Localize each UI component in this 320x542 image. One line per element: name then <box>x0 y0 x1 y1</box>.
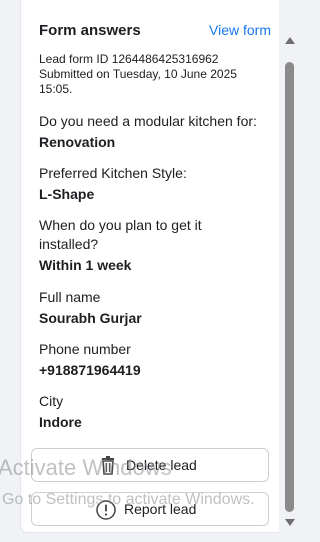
lead-form-id: Lead form ID 1264486425316962 <box>39 52 219 66</box>
question-label: Phone number <box>39 341 131 357</box>
scroll-up-arrow-icon[interactable] <box>285 37 295 44</box>
answer-item-install-time: When do you plan to get it installed? Wi… <box>39 216 229 275</box>
answer-value: Indore <box>39 414 82 430</box>
answer-value: Sourabh Gurjar <box>39 310 142 326</box>
answer-value: +918871964419 <box>39 362 141 378</box>
question-label: City <box>39 393 64 409</box>
answer-item-city: City Indore <box>39 392 269 432</box>
form-answers-panel: Form answers View form Lead form ID 1264… <box>20 0 279 533</box>
answer-value: Within 1 week <box>39 257 132 273</box>
lead-meta: Lead form ID 1264486425316962 Submitted … <box>39 52 261 97</box>
scrollbar-thumb[interactable] <box>285 62 294 512</box>
report-lead-button[interactable]: Report lead <box>31 492 269 526</box>
question-label: Full name <box>39 289 101 305</box>
answer-item-phone: Phone number +918871964419 <box>39 340 269 380</box>
view-form-link[interactable]: View form <box>209 22 271 38</box>
panel-header: Form answers View form <box>39 20 271 44</box>
question-label: When do you plan to get it installed? <box>39 217 202 252</box>
trash-icon <box>97 455 119 477</box>
answer-value: L-Shape <box>39 186 95 202</box>
answer-value: Renovation <box>39 134 116 150</box>
submitted-date: Submitted on Tuesday, 10 June 2025 <box>39 67 237 81</box>
report-lead-label: Report lead <box>124 501 197 517</box>
question-label: Do you need a modular kitchen for: <box>39 113 257 129</box>
answer-item-kitchen-for: Do you need a modular kitchen for: Renov… <box>39 112 269 152</box>
question-label: Preferred Kitchen Style: <box>39 165 187 181</box>
answer-item-full-name: Full name Sourabh Gurjar <box>39 288 269 328</box>
submitted-time: 15:05. <box>39 82 73 96</box>
delete-lead-label: Delete lead <box>126 457 197 473</box>
delete-lead-button[interactable]: Delete lead <box>31 448 269 482</box>
exclamation-circle-icon <box>95 499 117 521</box>
scroll-down-arrow-icon[interactable] <box>285 519 295 526</box>
panel-title: Form answers <box>39 22 141 39</box>
answer-item-kitchen-style: Preferred Kitchen Style: L-Shape <box>39 164 269 204</box>
